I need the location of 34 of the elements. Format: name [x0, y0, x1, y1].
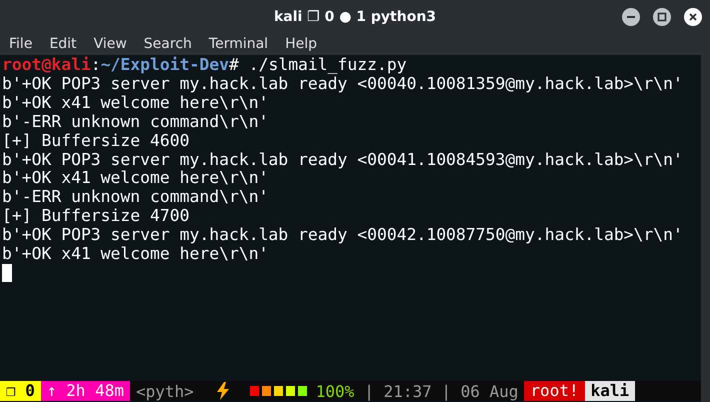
scrollbar[interactable] [701, 55, 710, 402]
status-text: <pyth> [134, 382, 195, 400]
maximize-button[interactable] [653, 8, 671, 26]
output-line: b'+OK x41 welcome here\r\n' [2, 169, 268, 188]
output-line: b'+OK POP3 server my.hack.lab ready <00041.10084593@my.hack.lab>\r\n' [2, 150, 684, 170]
output-line: b'-ERR unknown command\r\n' [2, 112, 270, 132]
text-cursor [2, 264, 12, 282]
status-text: | 21:37 | 06 Aug [363, 382, 520, 400]
menu-item[interactable]: File [9, 36, 32, 52]
close-button[interactable] [684, 8, 702, 26]
window-title: kali ❐ 0 ● 1 python3 [274, 8, 436, 24]
prompt-line: root@kali:~/Exploit-Dev# ./slmail_fuzz.py [2, 56, 408, 75]
menu-item[interactable]: Help [285, 36, 317, 52]
lightning-icon [216, 382, 230, 400]
menu-item[interactable]: Search [144, 36, 192, 52]
menu-item[interactable]: View [94, 36, 127, 52]
battery-percent: 100% [314, 382, 356, 400]
status-segment: kali [584, 381, 636, 401]
maximize-icon [657, 12, 667, 22]
minimize-button[interactable] [622, 8, 640, 26]
status-segment: ❐ 0 [0, 381, 41, 401]
output-line: b'+OK x41 welcome here\r\n' [2, 94, 270, 113]
output-line: b'-ERR unknown command\r\n' [2, 188, 270, 208]
output-line: [+] Buffersize 4600 [2, 132, 190, 151]
status-segment: root! [524, 381, 585, 401]
close-icon [688, 12, 698, 22]
output-line: b'+OK x41 welcome here\r\n' [2, 245, 270, 264]
battery-bars-icon [250, 386, 308, 396]
output-line: b'+OK POP3 server my.hack.lab ready <00042.10087750@my.hack.lab>\r\n' [2, 226, 684, 246]
status-segment: ↑ 2h 48m [40, 381, 130, 401]
menu-item[interactable]: Terminal [208, 36, 268, 52]
menu-item[interactable]: Edit [49, 36, 77, 52]
output-line: b'+OK POP3 server my.hack.lab ready <00040.10081359@my.hack.lab>\r\n' [2, 74, 684, 94]
output-line: [+] Buffersize 4700 [2, 207, 190, 226]
